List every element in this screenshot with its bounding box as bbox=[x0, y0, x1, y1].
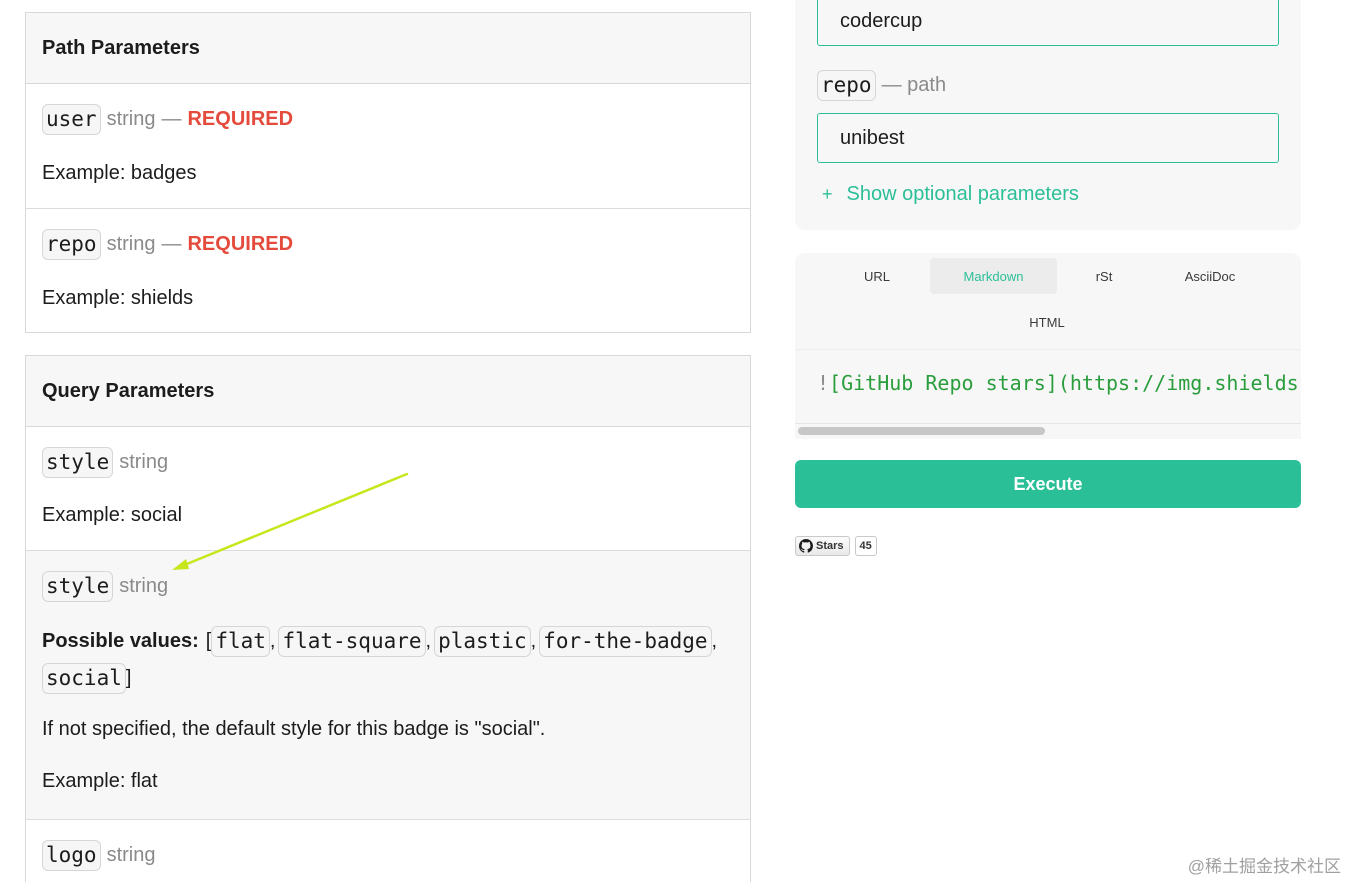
annotation-arrow bbox=[172, 472, 409, 570]
watermark: @稀土掘金技术社区 bbox=[1187, 857, 1341, 876]
arrow-shaft bbox=[180, 472, 409, 568]
arrow-head bbox=[172, 559, 189, 570]
